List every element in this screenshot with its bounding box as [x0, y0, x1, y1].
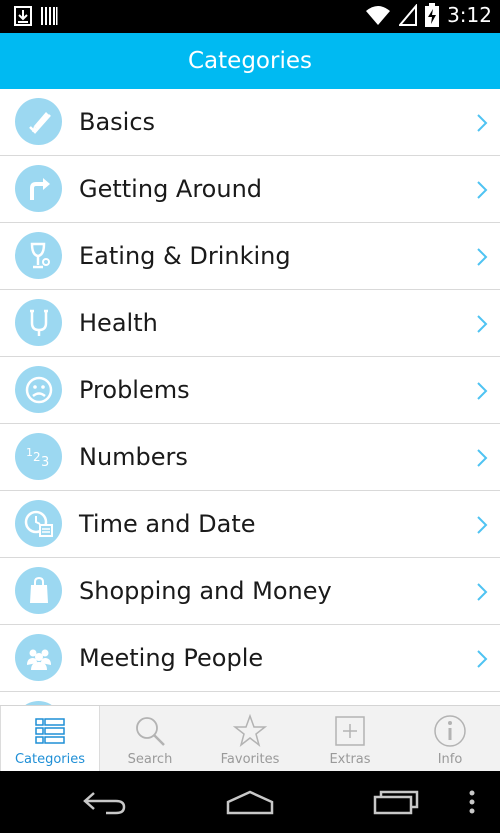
tab-bar: Categories Search Favorites Extras Info — [0, 705, 500, 772]
list-item-meeting-people[interactable]: Meeting People — [0, 625, 500, 692]
clock-calendar-icon — [15, 500, 62, 547]
stethoscope-icon — [15, 299, 62, 346]
people-group-icon — [15, 634, 62, 681]
chevron-right-icon — [477, 181, 488, 199]
turn-right-arrow-icon — [15, 165, 62, 212]
status-bar-system: 3:12 — [365, 3, 492, 27]
download-icon — [14, 6, 32, 26]
barcode-icon — [41, 7, 58, 25]
list-item-label: Problems — [79, 376, 190, 404]
list-item-label: Health — [79, 309, 158, 337]
signal-icon — [399, 4, 418, 26]
clock-time: 3:12 — [447, 3, 492, 27]
home-icon[interactable] — [224, 787, 276, 817]
app-header: Categories — [0, 33, 500, 89]
list-item-label: Numbers — [79, 443, 188, 471]
tab-info[interactable]: Info — [400, 706, 500, 772]
search-icon — [136, 717, 165, 746]
battery-icon — [425, 3, 440, 27]
plus-box-icon — [335, 716, 365, 746]
status-bar: 3:12 — [0, 0, 500, 33]
list-item-time-and-date[interactable]: Time and Date — [0, 491, 500, 558]
list-icon — [35, 718, 65, 744]
svg-text:2: 2 — [33, 450, 41, 464]
tab-label: Info — [437, 752, 463, 767]
back-icon[interactable] — [80, 787, 128, 817]
page-title: Categories — [188, 48, 312, 74]
status-bar-notifications — [14, 6, 58, 26]
list-item-getting-around[interactable]: Getting Around — [0, 156, 500, 223]
pencil-checkmark-icon — [15, 98, 62, 145]
list-item-label: Getting Around — [79, 175, 263, 203]
tab-extras[interactable]: Extras — [300, 706, 400, 772]
tab-label: Extras — [329, 752, 371, 767]
tab-categories[interactable]: Categories — [0, 706, 100, 772]
navigation-bar — [0, 771, 500, 833]
chevron-right-icon — [477, 449, 488, 467]
tab-label: Favorites — [220, 752, 280, 767]
chevron-right-icon — [477, 248, 488, 266]
list-item-label: Basics — [79, 108, 156, 136]
wine-glass-icon — [15, 232, 62, 279]
numbers-123-icon: 1 2 3 — [15, 433, 62, 480]
svg-text:1: 1 — [26, 446, 33, 459]
tab-search[interactable]: Search — [100, 706, 200, 772]
list-item-problems[interactable]: Problems — [0, 357, 500, 424]
wifi-icon — [366, 6, 391, 25]
category-list[interactable]: Basics Getting Around Eating & Drinking — [0, 89, 500, 705]
chevron-right-icon — [477, 315, 488, 333]
chevron-right-icon — [477, 583, 488, 601]
chevron-right-icon — [477, 114, 488, 132]
svg-text:3: 3 — [41, 455, 49, 470]
chevron-right-icon — [477, 382, 488, 400]
list-item-label: Meeting People — [79, 644, 264, 672]
star-icon — [233, 714, 267, 747]
list-item-numbers[interactable]: 1 2 3 Numbers — [0, 424, 500, 491]
list-item-eating-drinking[interactable]: Eating & Drinking — [0, 223, 500, 290]
tab-favorites[interactable]: Favorites — [200, 706, 300, 772]
tab-label: Search — [127, 752, 173, 767]
sad-face-icon — [15, 366, 62, 413]
list-item-basics[interactable]: Basics — [0, 89, 500, 156]
info-icon — [434, 715, 466, 747]
list-item-health[interactable]: Health — [0, 290, 500, 357]
list-item-label: Shopping and Money — [79, 577, 332, 605]
list-item-label: Time and Date — [79, 510, 256, 538]
recent-apps-icon[interactable] — [372, 787, 420, 817]
shopping-bag-icon — [15, 567, 62, 614]
overflow-menu-icon[interactable] — [466, 787, 478, 817]
list-item-partial[interactable] — [0, 692, 500, 705]
list-item-label: Eating & Drinking — [79, 242, 291, 270]
chevron-right-icon — [477, 650, 488, 668]
chevron-right-icon — [477, 516, 488, 534]
tab-label: Categories — [14, 752, 86, 767]
list-item-shopping-and-money[interactable]: Shopping and Money — [0, 558, 500, 625]
